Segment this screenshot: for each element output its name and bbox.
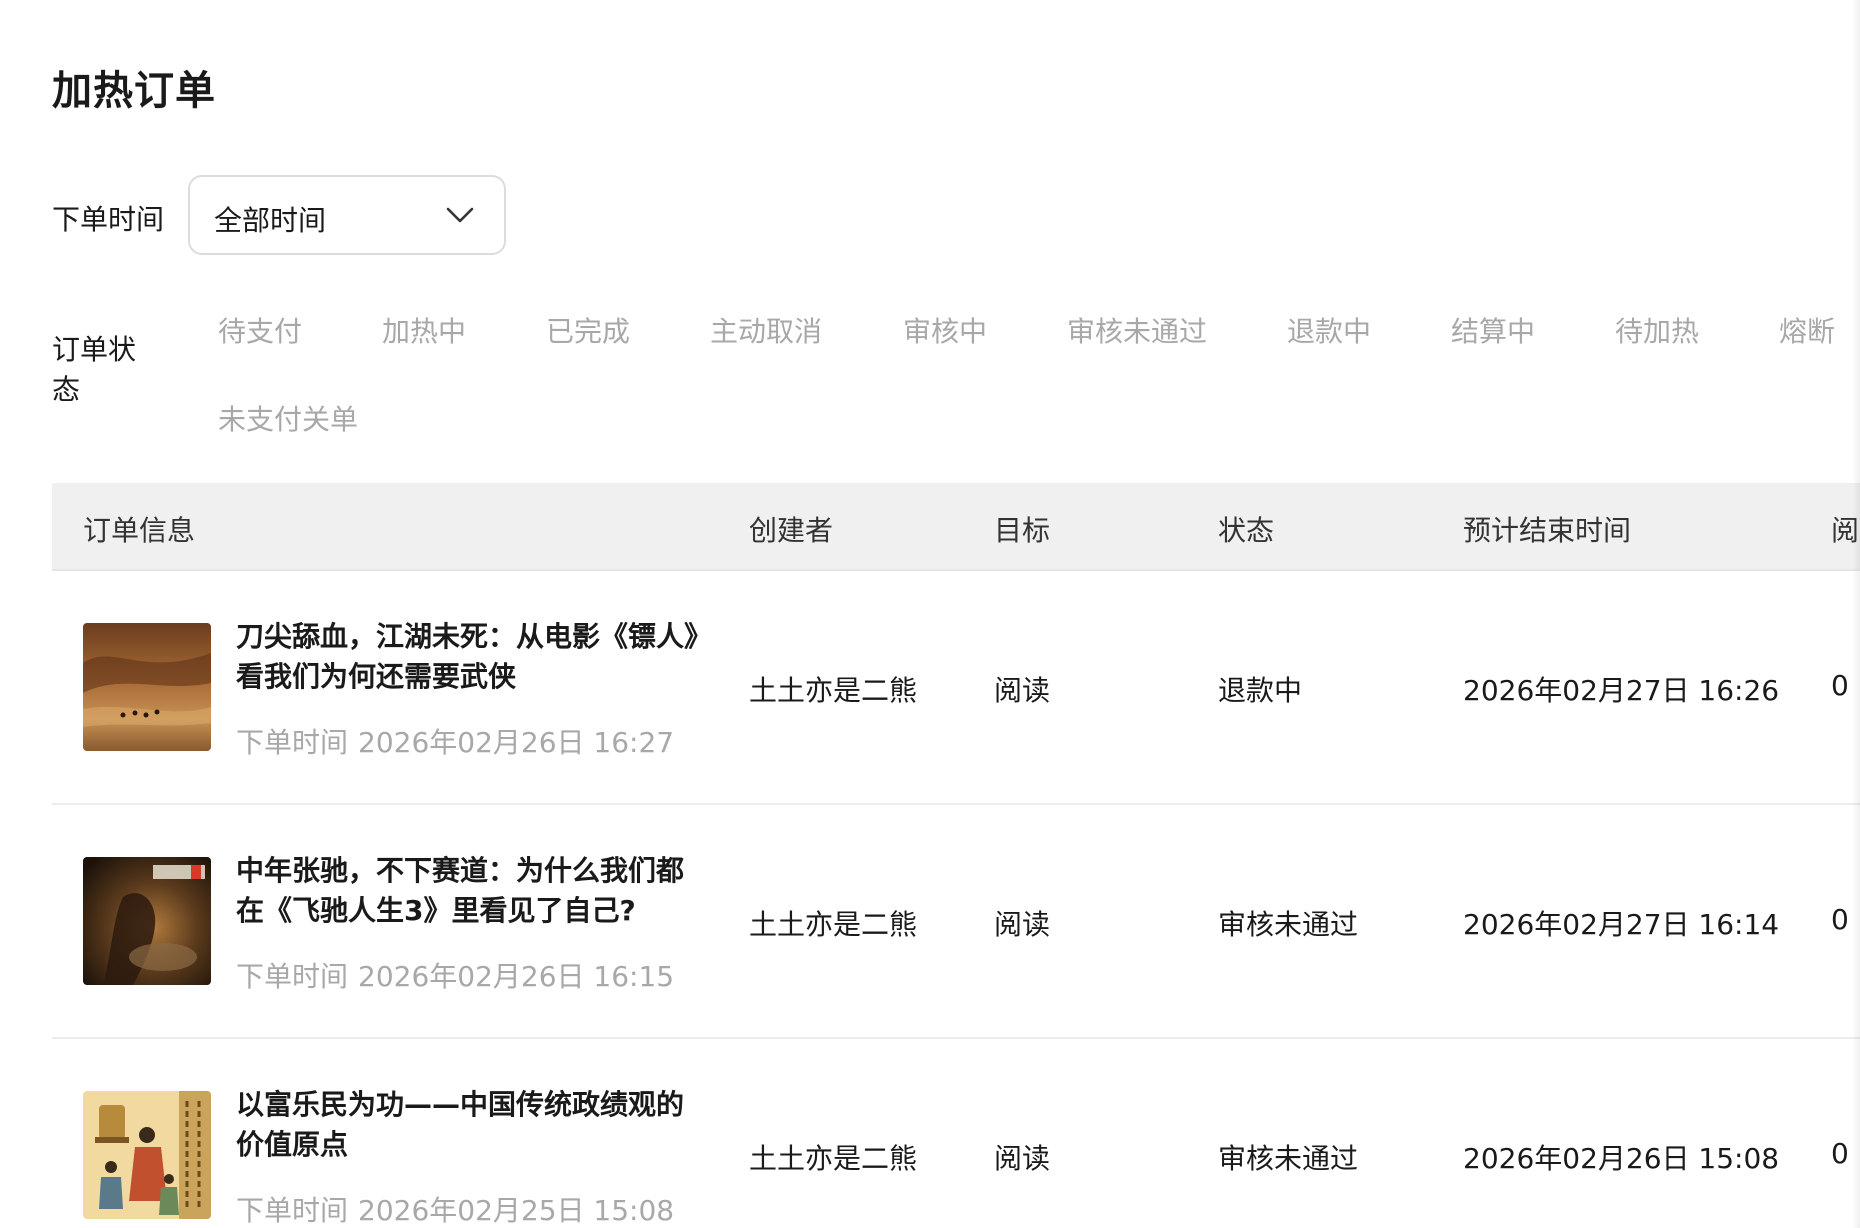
order-title[interactable]: 以富乐民为功——中国传统政绩观的价值原点 — [236, 1085, 706, 1165]
order-creator: 土土亦是二熊 — [749, 908, 918, 941]
status-tab-reviewing[interactable]: 审核中 — [903, 310, 987, 350]
page-right-edge — [1852, 0, 1860, 1228]
table-row: 刀尖舔血，江湖未死：从电影《镖人》看我们为何还需要武侠 下单时间 2026年02月… — [52, 571, 1860, 805]
order-placed-time: 下单时间 2026年02月26日 16:27 — [236, 721, 674, 761]
status-tab-circuit-break[interactable]: 熔断 — [1779, 310, 1835, 350]
order-reads: 0 — [1831, 1137, 1849, 1170]
orders-table-header: 订单信息 创建者 目标 状态 预计结束时间 阅 — [52, 483, 1860, 571]
order-time-label: 下单时间 — [236, 1194, 349, 1227]
article-thumbnail — [83, 623, 211, 751]
column-header-end-time: 预计结束时间 — [1463, 514, 1632, 547]
status-tab-completed[interactable]: 已完成 — [546, 310, 630, 350]
order-title[interactable]: 中年张驰，不下赛道：为什么我们都在《飞驰人生3》里看见了自己? — [236, 851, 706, 931]
status-tab-review-rejected[interactable]: 审核未通过 — [1067, 310, 1207, 350]
order-reads: 0 — [1831, 669, 1849, 702]
order-time-value: 2026年02月26日 16:27 — [358, 726, 675, 759]
article-thumbnail — [83, 857, 211, 985]
order-status: 审核未通过 — [1218, 908, 1359, 941]
order-creator: 土土亦是二熊 — [749, 674, 918, 707]
order-time-select-value: 全部时间 — [214, 204, 327, 237]
status-tab-heating[interactable]: 加热中 — [382, 310, 466, 350]
order-target: 阅读 — [994, 908, 1051, 941]
status-tab-refunding[interactable]: 退款中 — [1287, 310, 1371, 350]
order-target: 阅读 — [994, 674, 1051, 707]
order-placed-time: 下单时间 2026年02月26日 16:15 — [236, 955, 674, 995]
order-end-time: 2026年02月26日 15:08 — [1463, 1142, 1780, 1175]
order-end-time: 2026年02月27日 16:26 — [1463, 674, 1780, 707]
order-end-time: 2026年02月27日 16:14 — [1463, 908, 1780, 941]
order-title[interactable]: 刀尖舔血，江湖未死：从电影《镖人》看我们为何还需要武侠 — [236, 617, 706, 697]
status-tab-waiting-heat[interactable]: 待加热 — [1615, 310, 1699, 350]
column-header-order-info: 订单信息 — [83, 514, 196, 547]
order-status: 退款中 — [1218, 674, 1303, 707]
status-tab-settling[interactable]: 结算中 — [1451, 310, 1535, 350]
column-header-target: 目标 — [994, 514, 1051, 547]
status-tab-unpaid-closed[interactable]: 未支付关单 — [218, 398, 358, 438]
order-time-filter-label: 下单时间 — [52, 203, 165, 236]
order-time-label: 下单时间 — [236, 726, 349, 759]
order-time-select[interactable]: 全部时间 — [188, 175, 506, 255]
table-row: 中年张驰，不下赛道：为什么我们都在《飞驰人生3》里看见了自己? 下单时间 2026… — [52, 805, 1860, 1039]
order-placed-time: 下单时间 2026年02月25日 15:08 — [236, 1189, 674, 1228]
chevron-down-icon — [446, 207, 474, 223]
column-header-creator: 创建者 — [749, 514, 834, 547]
order-reads: 0 — [1831, 903, 1849, 936]
status-tab-pending-payment[interactable]: 待支付 — [218, 310, 302, 350]
order-time-value: 2026年02月25日 15:08 — [358, 1194, 675, 1227]
order-status-filter-label: 订单状态 — [52, 333, 137, 406]
order-status: 审核未通过 — [1218, 1142, 1359, 1175]
article-thumbnail — [83, 1091, 211, 1219]
order-creator: 土土亦是二熊 — [749, 1142, 918, 1175]
column-header-status: 状态 — [1218, 514, 1275, 547]
page-title: 加热订单 — [52, 68, 216, 114]
order-target: 阅读 — [994, 1142, 1051, 1175]
status-tab-cancelled[interactable]: 主动取消 — [710, 310, 822, 350]
order-time-value: 2026年02月26日 16:15 — [358, 960, 675, 993]
heat-orders-page: 加热订单 下单时间 全部时间 订单状态 待支付 加热中 已完成 主动取消 审核中… — [0, 0, 1860, 1228]
order-time-label: 下单时间 — [236, 960, 349, 993]
table-row: 以富乐民为功——中国传统政绩观的价值原点 下单时间 2026年02月25日 15:… — [52, 1039, 1860, 1228]
